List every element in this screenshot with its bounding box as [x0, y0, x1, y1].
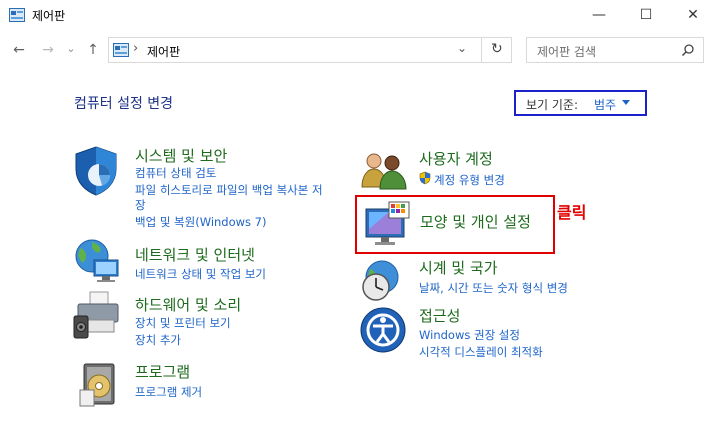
file-history-link[interactable]: 파일 히스토리로 파일의 백업 복사본 저 [135, 182, 323, 198]
control-panel-icon [9, 8, 25, 22]
uninstall-program-link[interactable]: 프로그램 제거 [135, 384, 202, 400]
clock-globe-icon[interactable] [358, 259, 406, 305]
dropdown-arrow-icon[interactable] [622, 100, 630, 106]
optimize-visual-display-link[interactable]: 시각적 디스플레이 최적화 [419, 344, 543, 360]
file-history-link-wrap[interactable]: 장 [135, 197, 146, 213]
view-by-value[interactable]: 범주 [594, 96, 616, 113]
forward-button[interactable]: → [37, 38, 59, 62]
review-computer-status-link[interactable]: 컴퓨터 상태 검토 [135, 165, 216, 181]
uac-shield-icon [419, 171, 431, 185]
shield-icon[interactable] [72, 145, 120, 197]
search-placeholder: 제어판 검색 [537, 45, 597, 59]
close-button[interactable]: ✕ [670, 0, 716, 30]
printer-speaker-icon[interactable] [72, 290, 122, 340]
appearance-highlight-box[interactable]: 모양 및 개인 설정 [355, 195, 555, 254]
appearance-personalization-title[interactable]: 모양 및 개인 설정 [420, 211, 531, 232]
windows-recommended-settings-link[interactable]: Windows 권장 설정 [419, 327, 520, 343]
breadcrumb[interactable]: 제어판 [147, 43, 180, 60]
date-time-format-link[interactable]: 날짜, 시간 또는 숫자 형식 변경 [419, 280, 568, 296]
network-internet-title[interactable]: 네트워크 및 인터넷 [135, 244, 255, 265]
clock-region-title[interactable]: 시계 및 국가 [419, 257, 498, 278]
view-by-label: 보기 기준: [526, 98, 579, 112]
programs-disc-icon[interactable] [78, 360, 120, 408]
search-input[interactable]: 제어판 검색 [526, 37, 704, 63]
maximize-button[interactable]: ☐ [623, 0, 669, 30]
window-title: 제어판 [32, 9, 66, 23]
backup-restore-link[interactable]: 백업 및 복원(Windows 7) [135, 214, 267, 230]
users-icon[interactable] [360, 151, 408, 191]
minimize-button[interactable]: — [576, 0, 622, 30]
control-panel-icon [113, 43, 129, 57]
refresh-button[interactable]: ↻ [491, 41, 503, 57]
accessibility-icon[interactable] [359, 306, 407, 354]
globe-network-icon[interactable] [72, 238, 122, 284]
monitor-palette-icon [363, 201, 411, 251]
address-bar[interactable]: › 제어판 ⌄ ↻ [108, 37, 512, 63]
network-status-link[interactable]: 네트워크 상태 및 작업 보기 [135, 266, 266, 282]
title-bar: 제어판 — ☐ ✕ [0, 0, 716, 30]
devices-printers-link[interactable]: 장치 및 프린터 보기 [135, 315, 231, 331]
accessibility-title[interactable]: 접근성 [419, 305, 460, 326]
click-annotation: 클릭 [557, 203, 587, 222]
user-accounts-title[interactable]: 사용자 계정 [419, 148, 493, 169]
add-device-link[interactable]: 장치 추가 [135, 332, 181, 348]
change-account-type-link[interactable]: 계정 유형 변경 [434, 172, 505, 188]
view-by-selector[interactable]: 보기 기준: 범주 [514, 90, 647, 116]
system-security-title[interactable]: 시스템 및 보안 [135, 145, 227, 166]
programs-title[interactable]: 프로그램 [135, 361, 190, 382]
address-divider [481, 37, 482, 63]
page-title: 컴퓨터 설정 변경 [74, 96, 174, 112]
recent-locations-button[interactable]: ⌄ [64, 36, 78, 60]
breadcrumb-separator[interactable]: › [133, 41, 138, 56]
search-icon[interactable] [681, 43, 695, 57]
up-button[interactable]: ↑ [83, 38, 103, 62]
hardware-sound-title[interactable]: 하드웨어 및 소리 [135, 294, 241, 315]
back-button[interactable]: ← [8, 38, 30, 62]
chevron-down-icon[interactable]: ⌄ [457, 41, 467, 55]
